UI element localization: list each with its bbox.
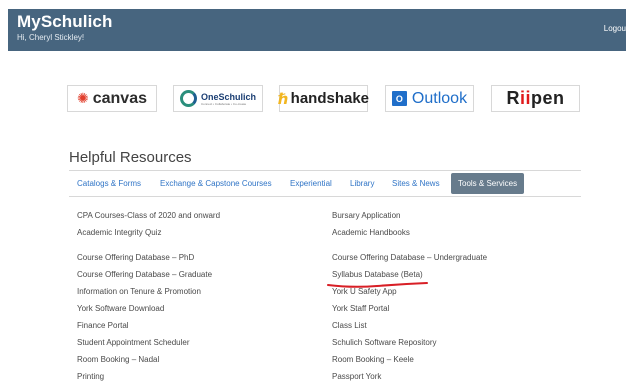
link-room-booking-keele[interactable]: Room Booking – Keele bbox=[332, 355, 414, 364]
brand-title[interactable]: MySchulich bbox=[17, 12, 112, 32]
outlook-logo: O Outlook bbox=[391, 89, 468, 108]
tab-sites-news[interactable]: Sites & News bbox=[392, 173, 440, 194]
canvas-logo-text: canvas bbox=[92, 89, 147, 107]
link-course-offering-graduate[interactable]: Course Offering Database – Graduate bbox=[77, 270, 212, 279]
link-york-software-download[interactable]: York Software Download bbox=[77, 304, 164, 313]
riipen-logo-button[interactable]: Riipen bbox=[491, 85, 580, 112]
link-schulich-software-repository[interactable]: Schulich Software Repository bbox=[332, 338, 437, 347]
link-printing[interactable]: Printing bbox=[77, 372, 104, 381]
canvas-logo: ✺ canvas bbox=[77, 90, 147, 108]
riipen-logo-text: Riipen bbox=[506, 88, 565, 108]
tab-library[interactable]: Library bbox=[350, 173, 374, 194]
logout-link[interactable]: Logou bbox=[604, 24, 626, 33]
title-divider bbox=[69, 170, 581, 171]
oneschulich-logo-text: OneSchulich bbox=[200, 91, 256, 102]
link-tenure-promotion[interactable]: Information on Tenure & Promotion bbox=[77, 287, 201, 296]
tab-experiential[interactable]: Experiential bbox=[290, 173, 332, 194]
tabs-divider bbox=[69, 196, 581, 197]
canvas-icon: ✺ bbox=[77, 90, 89, 106]
handshake-icon: ℏ bbox=[277, 90, 289, 108]
user-greeting: Hi, Cheryl Stickley! bbox=[17, 33, 85, 42]
link-room-booking-nadal[interactable]: Room Booking – Nadal bbox=[77, 355, 159, 364]
link-cpa-courses[interactable]: CPA Courses-Class of 2020 and onward bbox=[77, 211, 220, 220]
outlook-logo-button[interactable]: O Outlook bbox=[385, 85, 474, 112]
canvas-logo-button[interactable]: ✺ canvas bbox=[67, 85, 157, 112]
link-student-appointment-scheduler[interactable]: Student Appointment Scheduler bbox=[77, 338, 190, 347]
oneschulich-logo: OneSchulich Connect • Collaborate • Co-c… bbox=[179, 90, 256, 107]
oneschulich-icon bbox=[179, 90, 197, 107]
link-bursary-application[interactable]: Bursary Application bbox=[332, 211, 400, 220]
tab-exchange-capstone[interactable]: Exchange & Capstone Courses bbox=[160, 173, 272, 194]
link-york-staff-portal[interactable]: York Staff Portal bbox=[332, 304, 389, 313]
riipen-logo: Riipen bbox=[506, 88, 564, 109]
link-course-offering-undergraduate[interactable]: Course Offering Database – Undergraduate bbox=[332, 253, 487, 262]
handshake-logo-text: handshake bbox=[290, 90, 370, 107]
outlook-logo-text: Outlook bbox=[411, 89, 468, 107]
tab-tools-services[interactable]: Tools & Services bbox=[451, 173, 525, 194]
link-syllabus-database[interactable]: Syllabus Database (Beta) bbox=[332, 270, 423, 279]
red-underline-annotation bbox=[327, 282, 428, 288]
handshake-logo-button[interactable]: ℏ handshake bbox=[278, 85, 369, 112]
link-academic-integrity-quiz[interactable]: Academic Integrity Quiz bbox=[77, 228, 161, 237]
tab-catalogs-forms[interactable]: Catalogs & Forms bbox=[77, 173, 141, 194]
link-passport-york[interactable]: Passport York bbox=[332, 372, 381, 381]
outlook-icon: O bbox=[391, 91, 407, 106]
link-finance-portal[interactable]: Finance Portal bbox=[77, 321, 129, 330]
section-title: Helpful Resources bbox=[69, 149, 192, 166]
oneschulich-logo-button[interactable]: OneSchulich Connect • Collaborate • Co-c… bbox=[173, 85, 263, 112]
link-class-list[interactable]: Class List bbox=[332, 321, 367, 330]
oneschulich-tagline: Connect • Collaborate • Co-create bbox=[200, 101, 247, 106]
link-course-offering-phd[interactable]: Course Offering Database – PhD bbox=[77, 253, 194, 262]
top-header: MySchulich Hi, Cheryl Stickley! Logou bbox=[8, 9, 626, 51]
link-academic-handbooks[interactable]: Academic Handbooks bbox=[332, 228, 410, 237]
resource-tabs: Catalogs & Forms Exchange & Capstone Cou… bbox=[69, 173, 581, 194]
handshake-logo: ℏ handshake bbox=[278, 90, 369, 108]
